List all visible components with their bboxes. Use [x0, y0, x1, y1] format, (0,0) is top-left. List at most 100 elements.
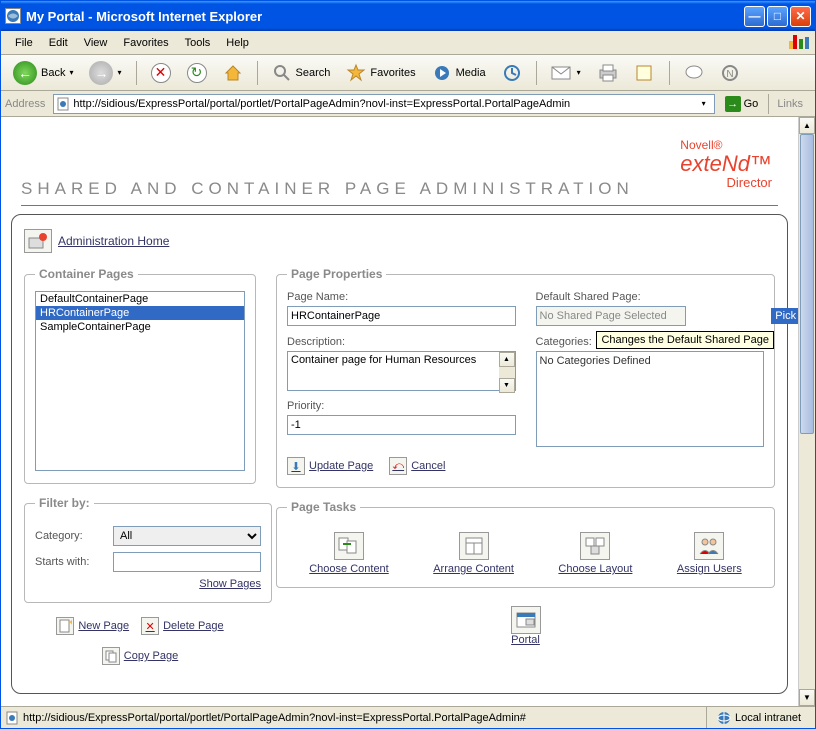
window-title: My Portal - Microsoft Internet Explorer [26, 9, 744, 24]
pick-default-button[interactable]: Pick Default ☟ [771, 308, 798, 324]
forward-icon: → [89, 61, 113, 85]
address-input-wrap: ▾ [53, 94, 714, 114]
scroll-down-icon[interactable]: ▼ [499, 378, 515, 393]
back-button[interactable]: ← Back ▾ [7, 58, 79, 88]
go-button[interactable]: → Go [719, 94, 765, 114]
starts-with-label: Starts with: [35, 556, 113, 568]
choose-content-label: Choose Content [309, 563, 389, 575]
scroll-up-icon[interactable]: ▲ [499, 352, 515, 367]
separator [669, 61, 670, 85]
list-item[interactable]: SampleContainerPage [36, 320, 244, 334]
search-icon [272, 63, 292, 83]
circle-icon: N [720, 64, 740, 82]
admin-home-link[interactable]: Administration Home [58, 234, 169, 248]
links-menu[interactable]: Links [768, 94, 811, 114]
separator [536, 61, 537, 85]
admin-home-row: Administration Home [24, 229, 775, 253]
vertical-scrollbar[interactable]: ▲ ▼ [798, 117, 815, 706]
priority-input[interactable] [287, 415, 516, 435]
media-icon [432, 63, 452, 83]
new-page-button[interactable]: ✦ New Page [56, 617, 129, 635]
toolbar: ← Back ▾ → ▾ ✕ ↻ Search Favorites [1, 55, 815, 91]
favorites-button[interactable]: Favorites [340, 60, 421, 86]
address-dropdown[interactable]: ▾ [696, 99, 712, 108]
history-icon [502, 63, 522, 83]
portal-label: Portal [511, 634, 540, 646]
container-pages-listbox[interactable]: DefaultContainerPage HRContainerPage Sam… [35, 291, 245, 471]
stop-button[interactable]: ✕ [145, 60, 177, 86]
starts-with-input[interactable] [113, 552, 261, 572]
cancel-button[interactable]: ⤺ Cancel [389, 457, 445, 475]
search-button[interactable]: Search [266, 60, 337, 86]
forward-button[interactable]: → ▾ [83, 58, 127, 88]
category-select[interactable]: All [113, 526, 261, 546]
arrange-content-task[interactable]: Arrange Content [433, 532, 514, 575]
page-tasks-fieldset: Page Tasks Choose Content Arrange Conten… [276, 500, 775, 588]
discuss-button[interactable] [678, 61, 710, 85]
separator [257, 61, 258, 85]
mail-icon [551, 64, 573, 82]
brand-extend: exteNd™ [680, 152, 772, 176]
cancel-label: Cancel [411, 460, 445, 472]
page-heading: SHARED AND CONTAINER PAGE ADMINISTRATION [21, 179, 788, 199]
close-button[interactable]: ✕ [790, 6, 811, 27]
extra-button[interactable]: N [714, 61, 746, 85]
favorites-label: Favorites [370, 67, 415, 79]
edit-icon [635, 64, 655, 82]
arrange-content-icon [459, 532, 489, 560]
delete-page-label: Delete Page [163, 620, 224, 632]
menu-edit[interactable]: Edit [41, 35, 76, 51]
list-item[interactable]: DefaultContainerPage [36, 292, 244, 306]
portal-link[interactable]: Portal [276, 606, 775, 646]
copy-page-label: Copy Page [124, 650, 178, 662]
copy-icon [102, 647, 120, 665]
show-pages-link[interactable]: Show Pages [199, 578, 261, 590]
update-page-button[interactable]: ⬇ Update Page [287, 457, 373, 475]
choose-content-task[interactable]: Choose Content [309, 532, 389, 575]
container-pages-fieldset: Container Pages DefaultContainerPage HRC… [24, 267, 256, 484]
update-icon: ⬇ [287, 457, 305, 475]
copy-page-button[interactable]: Copy Page [102, 647, 178, 665]
update-page-label: Update Page [309, 460, 373, 472]
menu-view[interactable]: View [76, 35, 116, 51]
menu-favorites[interactable]: Favorites [115, 35, 176, 51]
home-button[interactable] [217, 60, 249, 86]
history-button[interactable] [496, 60, 528, 86]
choose-layout-task[interactable]: Choose Layout [558, 532, 632, 575]
chevron-down-icon: ▾ [577, 68, 581, 77]
maximize-button[interactable]: □ [767, 6, 788, 27]
status-text: http://sidious/ExpressPortal/portal/port… [23, 712, 526, 724]
svg-text:✦: ✦ [68, 619, 72, 627]
page-name-input[interactable] [287, 306, 516, 326]
textarea-scrollbar[interactable]: ▲▼ [499, 352, 515, 393]
menu-help[interactable]: Help [218, 35, 257, 51]
delete-icon: ✕ [141, 617, 159, 635]
separator [136, 61, 137, 85]
menu-file[interactable]: File [7, 35, 41, 51]
description-textarea[interactable] [287, 351, 516, 391]
statusbar: http://sidious/ExpressPortal/portal/port… [1, 706, 815, 728]
filter-fieldset: Filter by: Category: All Starts with: [24, 496, 272, 603]
filter-legend: Filter by: [35, 496, 94, 510]
cancel-icon: ⤺ [389, 457, 407, 475]
mail-button[interactable]: ▾ [545, 61, 587, 85]
priority-label: Priority: [287, 400, 516, 412]
refresh-button[interactable]: ↻ [181, 60, 213, 86]
media-button[interactable]: Media [426, 60, 492, 86]
minimize-button[interactable]: — [744, 6, 765, 27]
edit-button[interactable] [629, 61, 661, 85]
list-item[interactable]: HRContainerPage [36, 306, 244, 320]
menu-tools[interactable]: Tools [177, 35, 219, 51]
new-page-label: New Page [78, 620, 129, 632]
assign-users-task[interactable]: Assign Users [677, 532, 742, 575]
browser-window: My Portal - Microsoft Internet Explorer … [0, 0, 816, 729]
categories-box: No Categories Defined [536, 351, 765, 447]
scroll-down-button[interactable]: ▼ [799, 689, 815, 706]
print-button[interactable] [591, 60, 625, 86]
scroll-thumb[interactable] [800, 134, 814, 434]
delete-page-button[interactable]: ✕ Delete Page [141, 617, 224, 635]
menubar: File Edit View Favorites Tools Help [1, 31, 815, 55]
scroll-up-button[interactable]: ▲ [799, 117, 815, 134]
content-area: Novell® exteNd™ Director SHARED AND CONT… [1, 117, 815, 706]
address-input[interactable] [73, 98, 695, 110]
